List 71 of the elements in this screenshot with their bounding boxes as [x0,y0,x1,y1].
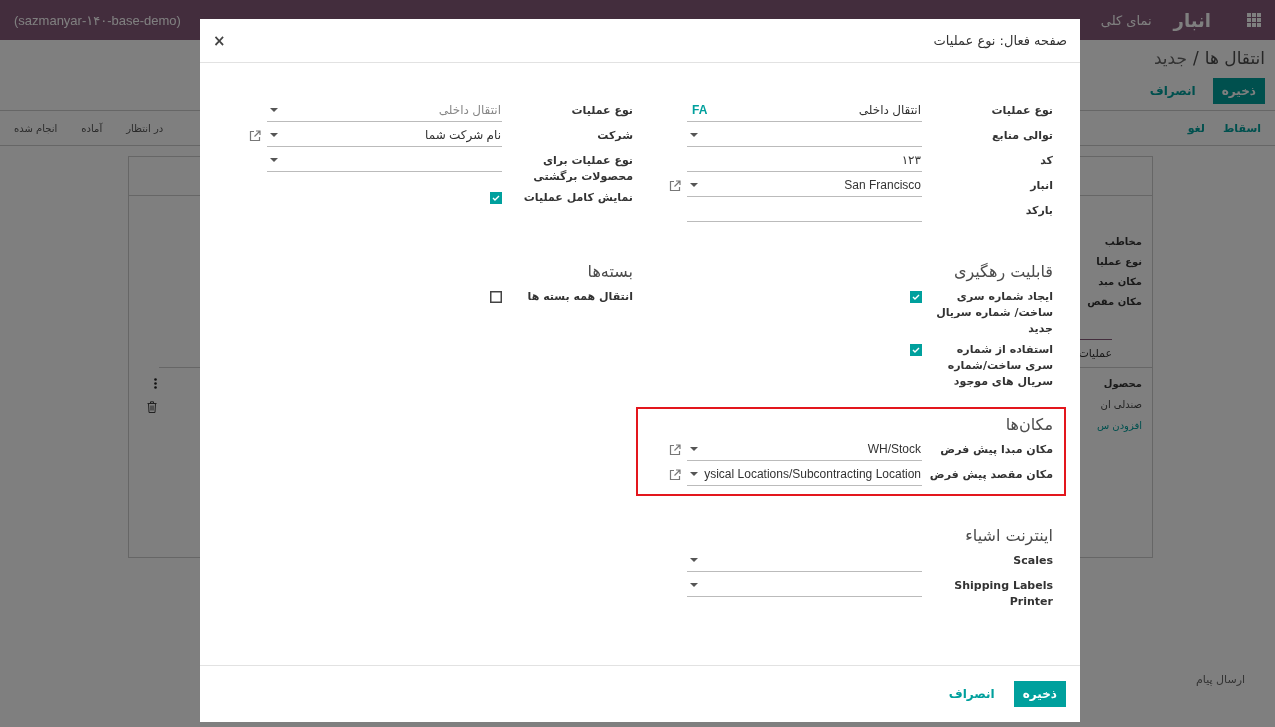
field-label: Scales [1012,553,1054,569]
caret-icon [690,472,698,476]
dropdown-field[interactable]: San Francisco [687,174,922,197]
caret-icon [690,447,698,451]
group-heading: قابلیت رهگیری [952,262,1054,284]
kebab-menu-icon[interactable] [154,378,157,389]
field-label: کد [1039,153,1054,169]
field-label: نوع عملیات [570,103,634,119]
table-cell: صندلی ان [1100,399,1142,410]
external-link-icon[interactable] [249,130,261,142]
send-message-button[interactable]: ارسال پیام [1196,673,1245,686]
field-label: توالی منابع [991,128,1054,144]
caret-icon [270,158,278,162]
group-heading: اینترنت اشیاء [964,526,1054,548]
dropdown-field[interactable]: نام شرکت شما [267,124,502,147]
status-step[interactable]: در انتظار [126,122,164,134]
caret-icon [270,108,278,112]
menu-item[interactable]: نمای کلی [1100,12,1152,28]
checkbox[interactable] [910,344,922,356]
external-link-icon[interactable] [669,444,681,456]
status-step[interactable]: انجام شده [14,122,58,134]
dropdown-field[interactable]: ysical Locations/Subcontracting Location [687,463,922,486]
field-label: مکان مبد [1098,276,1142,287]
discard-button[interactable]: انصراف [1140,78,1205,104]
group-heading: مکان‌ها [1004,415,1054,436]
field-label: بارکد [1024,203,1054,219]
close-button[interactable]: × [209,31,230,50]
breadcrumb-separator: / [1193,48,1199,68]
field-label: استفاده از شماره سری ساخت/شماره سریال های موجود [946,342,1054,390]
field-label: مکان مقص [1087,296,1142,307]
dropdown-field[interactable]: WH/Stock [687,438,922,461]
apps-menu-icon[interactable] [1247,13,1261,27]
action-button[interactable]: اسقاط [1222,121,1261,135]
input-field[interactable]: ۱۲۳ [687,149,922,172]
field-label: شرکت [596,128,634,144]
field-label: انبار [1028,178,1054,194]
dialog-title: صفحه فعال: نوع عملیات [933,33,1067,48]
discard-button[interactable]: انصراف [939,681,1004,707]
field-label: ایجاد شماره سری ساخت/ شماره سریال جدید [935,289,1054,337]
save-button[interactable]: ذخیره [1013,681,1066,707]
field-label: نوع عملیا [1096,256,1142,267]
code-label: FA [691,103,708,117]
breadcrumb-current: جدید [1153,48,1187,68]
group-heading: بسته‌ها [586,262,634,283]
action-button[interactable]: لغو [1187,121,1205,135]
field-label: Shipping Labels Printer [953,578,1054,610]
caret-icon [690,183,698,187]
field-label: انتقال همه بسته ها [526,289,634,305]
field-label: نوع عملیات [990,103,1054,119]
external-link-icon[interactable] [669,180,681,192]
dropdown-field[interactable]: انتقال داخلی [267,99,502,122]
checkbox[interactable] [910,291,922,303]
add-line-link[interactable]: افزودن س [1096,420,1142,431]
external-link-icon[interactable] [669,469,681,481]
field-label: مکان مبدا پیش فرض [939,442,1054,458]
field-label: نوع عملیات برای محصولات برگشتی [532,153,634,185]
status-step[interactable]: آماده [81,122,103,134]
app-title[interactable]: انبار [1173,9,1211,31]
caret-icon [270,133,278,137]
breadcrumb-link[interactable]: انتقال ها [1204,48,1265,68]
trash-icon[interactable] [147,401,157,413]
field-label: مخاطب [1104,236,1142,247]
save-button[interactable]: ذخیره [1212,78,1265,104]
caret-icon [690,583,698,587]
column-header: محصول [1103,378,1142,389]
checkbox[interactable] [490,192,502,204]
field-label: نمایش کامل عملیات [522,190,634,206]
field-label: مکان مقصد پیش فرض [928,467,1054,483]
database-name: (sazmanyar-۱۴۰-base-demo) [14,12,181,28]
checkbox[interactable] [490,291,502,303]
caret-icon [690,133,698,137]
